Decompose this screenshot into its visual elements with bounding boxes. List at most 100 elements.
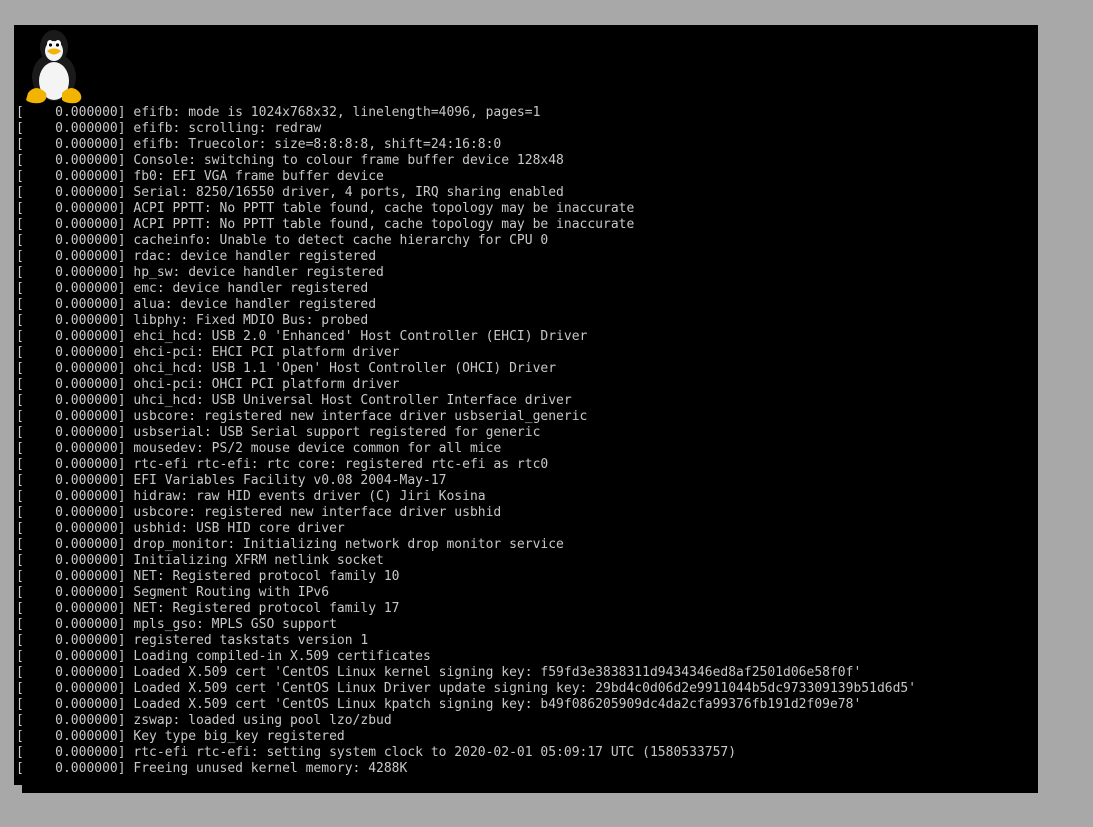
log-line: [ 0.000000] ehci_hcd: USB 2.0 'Enhanced'…: [16, 329, 1036, 345]
log-timestamp: [ 0.000000]: [16, 761, 126, 776]
log-timestamp: [ 0.000000]: [16, 745, 126, 760]
log-message: ohci-pci: OHCI PCI platform driver: [125, 377, 400, 392]
log-message: Freeing unused kernel memory: 4288K: [125, 761, 408, 776]
log-line: [ 0.000000] fb0: EFI VGA frame buffer de…: [16, 169, 1036, 185]
bezel-notch: [14, 785, 22, 793]
log-timestamp: [ 0.000000]: [16, 729, 126, 744]
log-message: Key type big_key registered: [125, 729, 345, 744]
log-line: [ 0.000000] rdac: device handler registe…: [16, 249, 1036, 265]
log-line: [ 0.000000] Segment Routing with IPv6: [16, 585, 1036, 601]
log-timestamp: [ 0.000000]: [16, 633, 126, 648]
log-message: efifb: mode is 1024x768x32, linelength=4…: [125, 105, 541, 120]
log-message: ACPI PPTT: No PPTT table found, cache to…: [125, 217, 635, 232]
log-timestamp: [ 0.000000]: [16, 105, 126, 120]
log-message: registered taskstats version 1: [125, 633, 369, 648]
log-line: [ 0.000000] rtc-efi rtc-efi: setting sys…: [16, 745, 1036, 761]
log-message: emc: device handler registered: [125, 281, 369, 296]
log-line: [ 0.000000] usbhid: USB HID core driver: [16, 521, 1036, 537]
log-timestamp: [ 0.000000]: [16, 409, 126, 424]
log-timestamp: [ 0.000000]: [16, 345, 126, 360]
log-timestamp: [ 0.000000]: [16, 617, 126, 632]
log-line: [ 0.000000] ACPI PPTT: No PPTT table fou…: [16, 217, 1036, 233]
log-message: libphy: Fixed MDIO Bus: probed: [125, 313, 369, 328]
log-line: [ 0.000000] mousedev: PS/2 mouse device …: [16, 441, 1036, 457]
log-message: mousedev: PS/2 mouse device common for a…: [125, 441, 502, 456]
log-timestamp: [ 0.000000]: [16, 329, 126, 344]
log-timestamp: [ 0.000000]: [16, 713, 126, 728]
log-line: [ 0.000000] alua: device handler registe…: [16, 297, 1036, 313]
log-timestamp: [ 0.000000]: [16, 377, 126, 392]
log-message: NET: Registered protocol family 17: [125, 601, 400, 616]
log-timestamp: [ 0.000000]: [16, 553, 126, 568]
log-line: [ 0.000000] usbcore: registered new inte…: [16, 505, 1036, 521]
log-line: [ 0.000000] Key type big_key registered: [16, 729, 1036, 745]
log-message: rtc-efi rtc-efi: setting system clock to…: [125, 745, 737, 760]
log-timestamp: [ 0.000000]: [16, 265, 126, 280]
log-timestamp: [ 0.000000]: [16, 137, 126, 152]
log-message: Segment Routing with IPv6: [125, 585, 330, 600]
log-line: [ 0.000000] hp_sw: device handler regist…: [16, 265, 1036, 281]
log-message: Loading compiled-in X.509 certificates: [125, 649, 431, 664]
log-timestamp: [ 0.000000]: [16, 153, 126, 168]
log-timestamp: [ 0.000000]: [16, 649, 126, 664]
log-message: rdac: device handler registered: [125, 249, 377, 264]
log-timestamp: [ 0.000000]: [16, 441, 126, 456]
log-line: [ 0.000000] Loading compiled-in X.509 ce…: [16, 649, 1036, 665]
log-message: Loaded X.509 cert 'CentOS Linux kernel s…: [125, 665, 862, 680]
log-line: [ 0.000000] usbcore: registered new inte…: [16, 409, 1036, 425]
log-line: [ 0.000000] ACPI PPTT: No PPTT table fou…: [16, 201, 1036, 217]
log-timestamp: [ 0.000000]: [16, 697, 126, 712]
log-timestamp: [ 0.000000]: [16, 233, 126, 248]
log-line: [ 0.000000] NET: Registered protocol fam…: [16, 569, 1036, 585]
log-message: ehci_hcd: USB 2.0 'Enhanced' Host Contro…: [125, 329, 588, 344]
log-line: [ 0.000000] efifb: mode is 1024x768x32, …: [16, 105, 1036, 121]
log-timestamp: [ 0.000000]: [16, 169, 126, 184]
log-message: ACPI PPTT: No PPTT table found, cache to…: [125, 201, 635, 216]
log-message: rtc-efi rtc-efi: rtc core: registered rt…: [125, 457, 549, 472]
log-message: ohci_hcd: USB 1.1 'Open' Host Controller…: [125, 361, 557, 376]
log-message: ehci-pci: EHCI PCI platform driver: [125, 345, 400, 360]
log-message: efifb: scrolling: redraw: [125, 121, 322, 136]
log-timestamp: [ 0.000000]: [16, 457, 126, 472]
log-timestamp: [ 0.000000]: [16, 217, 126, 232]
log-message: usbcore: registered new interface driver…: [125, 505, 502, 520]
log-line: [ 0.000000] Freeing unused kernel memory…: [16, 761, 1036, 777]
log-line: [ 0.000000] usbserial: USB Serial suppor…: [16, 425, 1036, 441]
log-line: [ 0.000000] Loaded X.509 cert 'CentOS Li…: [16, 681, 1036, 697]
log-timestamp: [ 0.000000]: [16, 361, 126, 376]
log-timestamp: [ 0.000000]: [16, 585, 126, 600]
log-line: [ 0.000000] EFI Variables Facility v0.08…: [16, 473, 1036, 489]
log-timestamp: [ 0.000000]: [16, 569, 126, 584]
log-message: Initializing XFRM netlink socket: [125, 553, 384, 568]
kernel-log: [ 0.000000] efifb: mode is 1024x768x32, …: [16, 105, 1036, 777]
log-timestamp: [ 0.000000]: [16, 505, 126, 520]
log-message: uhci_hcd: USB Universal Host Controller …: [125, 393, 572, 408]
log-line: [ 0.000000] Initializing XFRM netlink so…: [16, 553, 1036, 569]
log-line: [ 0.000000] mpls_gso: MPLS GSO support: [16, 617, 1036, 633]
log-message: Serial: 8250/16550 driver, 4 ports, IRQ …: [125, 185, 564, 200]
log-message: EFI Variables Facility v0.08 2004-May-17: [125, 473, 447, 488]
log-timestamp: [ 0.000000]: [16, 297, 126, 312]
log-message: usbcore: registered new interface driver…: [125, 409, 588, 424]
log-line: [ 0.000000] registered taskstats version…: [16, 633, 1036, 649]
tux-penguin-icon: [26, 30, 82, 104]
log-message: zswap: loaded using pool lzo/zbud: [125, 713, 392, 728]
log-line: [ 0.000000] Serial: 8250/16550 driver, 4…: [16, 185, 1036, 201]
log-line: [ 0.000000] rtc-efi rtc-efi: rtc core: r…: [16, 457, 1036, 473]
log-timestamp: [ 0.000000]: [16, 313, 126, 328]
log-timestamp: [ 0.000000]: [16, 489, 126, 504]
log-message: hp_sw: device handler registered: [125, 265, 384, 280]
log-line: [ 0.000000] ohci_hcd: USB 1.1 'Open' Hos…: [16, 361, 1036, 377]
log-line: [ 0.000000] libphy: Fixed MDIO Bus: prob…: [16, 313, 1036, 329]
log-message: fb0: EFI VGA frame buffer device: [125, 169, 384, 184]
log-line: [ 0.000000] uhci_hcd: USB Universal Host…: [16, 393, 1036, 409]
log-line: [ 0.000000] Console: switching to colour…: [16, 153, 1036, 169]
log-timestamp: [ 0.000000]: [16, 521, 126, 536]
log-message: drop_monitor: Initializing network drop …: [125, 537, 564, 552]
log-message: usbserial: USB Serial support registered…: [125, 425, 541, 440]
log-line: [ 0.000000] efifb: scrolling: redraw: [16, 121, 1036, 137]
log-timestamp: [ 0.000000]: [16, 425, 126, 440]
log-timestamp: [ 0.000000]: [16, 393, 126, 408]
log-line: [ 0.000000] Loaded X.509 cert 'CentOS Li…: [16, 697, 1036, 713]
log-timestamp: [ 0.000000]: [16, 665, 126, 680]
